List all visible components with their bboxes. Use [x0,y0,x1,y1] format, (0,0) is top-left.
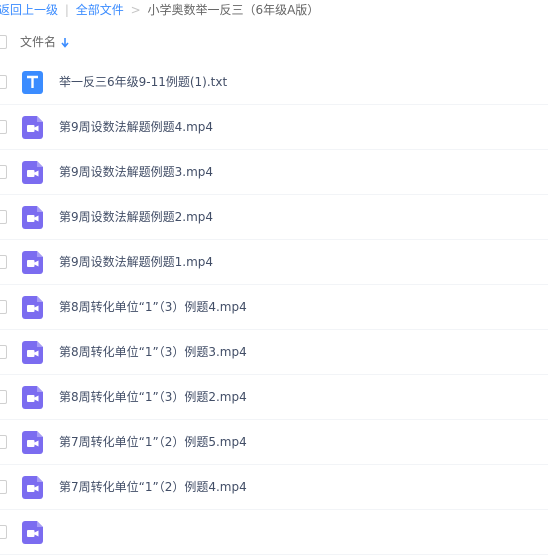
file-row[interactable]: 第8周转化单位“1”（3）例题4.mp4 [0,285,548,330]
video-file-icon [22,116,43,139]
file-name[interactable]: 举一反三6年级9-11例题(1).txt [59,73,227,91]
row-checkbox[interactable] [0,300,7,314]
row-checkbox[interactable] [0,435,7,449]
current-folder: 小学奥数举一反三（6年级A版） [147,3,320,17]
file-row[interactable]: 第9周设数法解题例题1.mp4 [0,240,548,285]
file-name[interactable]: 第8周转化单位“1”（3）例题4.mp4 [59,298,247,316]
video-file-icon [22,251,43,274]
file-row[interactable]: 第8周转化单位“1”（3）例题3.mp4 [0,330,548,375]
file-row[interactable]: 第8周转化单位“1”（3）例题2.mp4 [0,375,548,420]
video-file-icon [22,341,43,364]
file-name[interactable]: 第7周转化单位“1”（2）例题5.mp4 [59,433,247,451]
file-name[interactable]: 第9周设数法解题例题1.mp4 [59,253,213,271]
video-file-icon [22,476,43,499]
breadcrumb-separator: > [130,3,141,17]
file-name[interactable]: 第9周设数法解题例题2.mp4 [59,208,213,226]
video-file-icon [22,521,43,544]
select-all-checkbox[interactable] [0,35,7,49]
list-header: 文件名 [0,24,548,60]
file-row[interactable]: 第7周转化单位“1”（2）例题5.mp4 [0,420,548,465]
video-file-icon [22,386,43,409]
row-checkbox[interactable] [0,165,7,179]
video-file-icon [22,296,43,319]
file-row[interactable] [0,510,548,555]
column-header-filename[interactable]: 文件名 [20,34,56,50]
file-row[interactable]: 第9周设数法解题例题4.mp4 [0,105,548,150]
row-checkbox[interactable] [0,120,7,134]
file-row[interactable]: 第7周转化单位“1”（2）例题4.mp4 [0,465,548,510]
sort-arrow-down-icon[interactable] [60,34,70,50]
video-file-icon [22,206,43,229]
file-name[interactable]: 第9周设数法解题例题4.mp4 [59,118,213,136]
file-list: 举一反三6年级9-11例题(1).txt 第9周设数法解题例题4.mp4 第9周设数… [0,60,548,555]
row-checkbox[interactable] [0,255,7,269]
row-checkbox[interactable] [0,345,7,359]
video-file-icon [22,431,43,454]
row-checkbox[interactable] [0,390,7,404]
file-name[interactable]: 第7周转化单位“1”（2）例题4.mp4 [59,478,247,496]
row-checkbox[interactable] [0,480,7,494]
all-files-link[interactable]: 全部文件 [76,3,124,17]
file-name[interactable]: 第9周设数法解题例题3.mp4 [59,163,213,181]
row-checkbox[interactable] [0,210,7,224]
video-file-icon [22,161,43,184]
row-checkbox[interactable] [0,525,7,539]
back-link[interactable]: 返回上一级 [0,3,58,17]
breadcrumb-divider: | [64,3,69,17]
file-name[interactable]: 第8周转化单位“1”（3）例题2.mp4 [59,388,247,406]
file-row[interactable]: 第9周设数法解题例题2.mp4 [0,195,548,240]
file-name[interactable]: 第8周转化单位“1”（3）例题3.mp4 [59,343,247,361]
file-row[interactable]: 举一反三6年级9-11例题(1).txt [0,60,548,105]
row-checkbox[interactable] [0,75,7,89]
file-row[interactable]: 第9周设数法解题例题3.mp4 [0,150,548,195]
text-file-icon [22,71,43,94]
breadcrumb: 返回上一级 | 全部文件 > 小学奥数举一反三（6年级A版） [0,0,548,20]
